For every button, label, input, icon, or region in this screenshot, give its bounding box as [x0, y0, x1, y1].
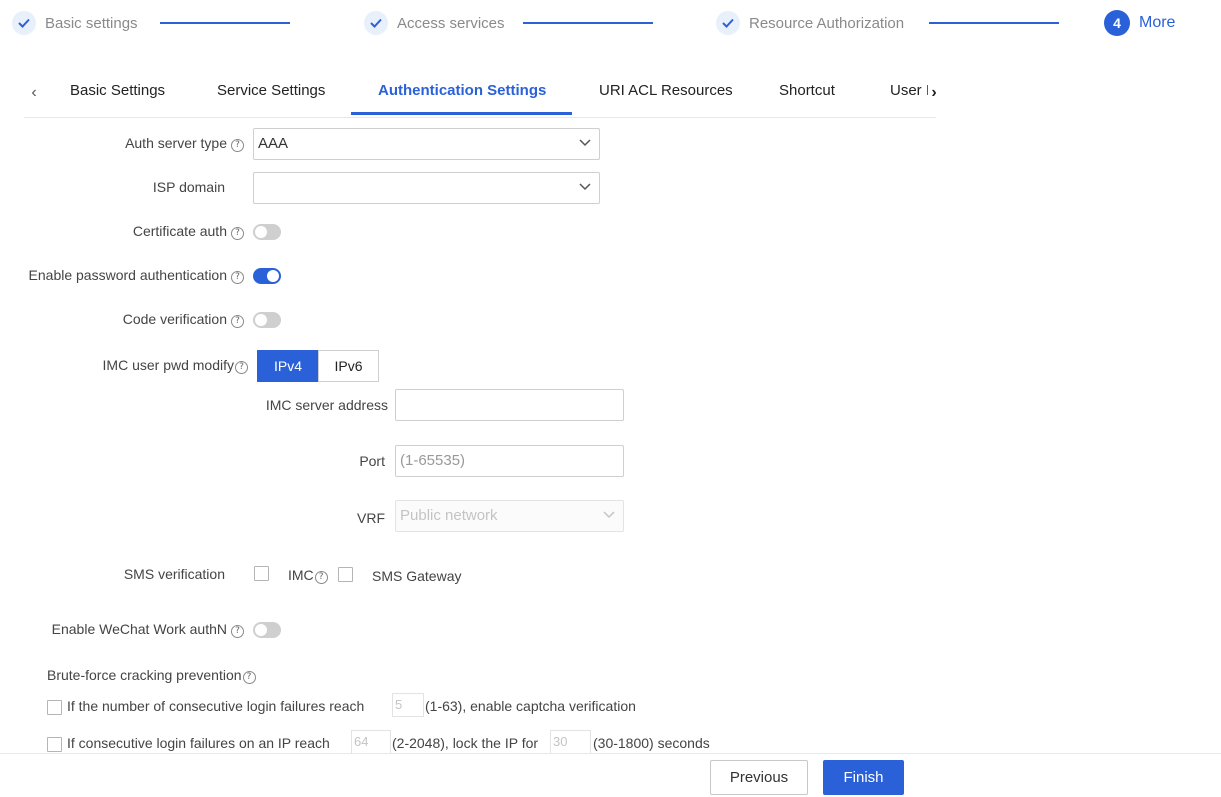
step-access-services: Access services	[364, 10, 505, 36]
active-tab-indicator	[351, 112, 572, 115]
check-icon	[364, 11, 388, 35]
step-basic-settings: Basic settings	[12, 10, 138, 36]
lock-ip-rule-checkbox[interactable]	[47, 737, 62, 752]
lock-ip-threshold-input[interactable]: 64	[351, 730, 391, 754]
help-icon[interactable]: ?	[231, 139, 244, 152]
tab-service-settings[interactable]: Service Settings	[217, 82, 325, 99]
finish-button[interactable]: Finish	[823, 760, 904, 795]
help-icon[interactable]: ?	[242, 671, 256, 684]
sms-gateway-label: SMS Gateway	[372, 568, 462, 584]
help-icon[interactable]: ?	[231, 271, 244, 284]
vrf-label: VRF	[357, 510, 385, 526]
certificate-auth-toggle[interactable]	[253, 224, 281, 240]
tab-basic-settings[interactable]: Basic Settings	[70, 82, 165, 99]
password-auth-label: Enable password authentication?	[29, 267, 244, 284]
step-resource-authorization: Resource Authorization	[716, 10, 904, 36]
sms-imc-checkbox[interactable]	[254, 566, 269, 581]
port-input[interactable]: (1-65535)	[395, 445, 624, 477]
wechat-work-label: Enable WeChat Work authN?	[52, 621, 244, 638]
imc-pwd-modify-label: IMC user pwd modify?	[103, 357, 248, 374]
tab-authentication-settings[interactable]: Authentication Settings	[378, 82, 546, 99]
chevron-right-icon[interactable]: ›	[926, 84, 942, 102]
wizard-steps: Basic settings Access services Resource …	[0, 0, 1221, 46]
step-label: More	[1139, 14, 1176, 31]
sms-gateway-checkbox[interactable]	[338, 567, 353, 582]
tab-shortcut[interactable]: Shortcut	[779, 82, 835, 99]
auth-server-type-select[interactable]: AAA	[253, 128, 600, 160]
help-icon[interactable]: ?	[314, 571, 328, 584]
lock-ip-rule-text: If consecutive login failures on an IP r…	[67, 735, 330, 751]
step-more: 4 More	[1104, 10, 1175, 36]
captcha-rule-text: If the number of consecutive login failu…	[67, 698, 365, 714]
lock-ip-rule-suffix: (30-1800) seconds	[593, 735, 710, 751]
help-icon[interactable]: ?	[235, 361, 248, 374]
step-connector	[929, 22, 1059, 24]
ipv4-option-button[interactable]: IPv4	[257, 350, 319, 382]
password-auth-toggle[interactable]	[253, 268, 281, 284]
help-icon[interactable]: ?	[231, 625, 244, 638]
captcha-threshold-input[interactable]: 5	[392, 693, 424, 717]
brute-force-title: Brute-force cracking prevention?	[47, 667, 256, 684]
chevron-left-icon[interactable]: ‹	[26, 84, 42, 102]
sms-verification-label: SMS verification	[123, 566, 225, 582]
check-icon	[716, 11, 740, 35]
footer-bar: Previous Finish	[0, 753, 1221, 797]
chevron-down-icon	[579, 183, 591, 191]
captcha-rule-suffix: (1-63), enable captcha verification	[425, 698, 636, 714]
isp-domain-label: ISP domain	[152, 179, 225, 195]
ipv6-option-button[interactable]: IPv6	[318, 350, 379, 382]
code-verification-label: Code verification?	[123, 311, 244, 328]
step-connector	[523, 22, 653, 24]
previous-button[interactable]: Previous	[710, 760, 808, 795]
chevron-down-icon	[579, 139, 591, 147]
auth-server-type-label: Auth server type?	[125, 135, 244, 152]
settings-tabs: ‹ Basic Settings Service Settings Authen…	[24, 70, 937, 118]
port-label: Port	[359, 453, 385, 469]
lock-ip-rule-mid: (2-2048), lock the IP for	[392, 735, 539, 751]
step-label: Access services	[397, 14, 505, 32]
step-label: Resource Authorization	[749, 14, 905, 32]
check-icon	[12, 11, 36, 35]
captcha-rule-checkbox[interactable]	[47, 700, 62, 715]
step-label: Basic settings	[45, 14, 138, 32]
help-icon[interactable]: ?	[231, 227, 244, 240]
tab-user[interactable]: User I	[890, 82, 928, 99]
imc-server-address-input[interactable]	[395, 389, 624, 421]
certificate-auth-label: Certificate auth?	[133, 223, 244, 240]
step-number-badge: 4	[1104, 10, 1130, 36]
lock-duration-input[interactable]: 30	[550, 730, 591, 754]
chevron-down-icon	[603, 511, 615, 519]
isp-domain-select[interactable]	[253, 172, 600, 204]
imc-server-address-label: IMC server address	[265, 397, 388, 413]
sms-imc-label: IMC?	[288, 567, 328, 584]
wechat-work-toggle[interactable]	[253, 622, 281, 638]
help-icon[interactable]: ?	[231, 315, 244, 328]
vrf-select[interactable]: Public network	[395, 500, 624, 532]
tab-uri-acl-resources[interactable]: URI ACL Resources	[599, 82, 733, 99]
step-connector	[160, 22, 290, 24]
code-verification-toggle[interactable]	[253, 312, 281, 328]
